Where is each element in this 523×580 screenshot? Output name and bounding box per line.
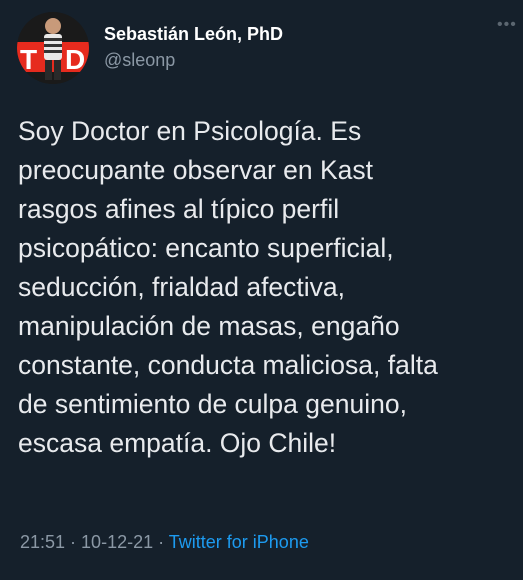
tweet-time[interactable]: 21:51	[20, 532, 65, 552]
meta-separator: ·	[153, 532, 169, 552]
tweet-text-line: escasa empatía. Ojo Chile!	[18, 428, 337, 458]
tweet-text-line: psicopático: encanto superficial,	[18, 233, 394, 263]
tweet-text-line: manipulación de masas, engaño	[18, 311, 400, 341]
tweet-text-line: seducción, frialdad afectiva,	[18, 272, 346, 302]
svg-text:T: T	[20, 44, 37, 75]
svg-text:D: D	[65, 44, 85, 75]
meta-separator: ·	[65, 532, 82, 552]
author-display-name[interactable]: Sebastián León, PhD	[104, 22, 283, 46]
tweet-text-line: de sentimiento de culpa genuino,	[18, 389, 407, 419]
tweet-meta: 21:51 · 10-12-21 · Twitter for iPhone	[20, 530, 309, 554]
more-options-icon[interactable]: •••	[497, 17, 517, 38]
author-handle[interactable]: @sleonp	[104, 48, 283, 72]
avatar[interactable]: T D	[17, 12, 89, 84]
tweet-date[interactable]: 10-12-21	[81, 532, 153, 552]
tweet-text-line: constante, conducta maliciosa, falta	[18, 350, 438, 380]
tweet-text: Soy Doctor en Psicología. Es preocupante…	[18, 112, 523, 463]
author-block[interactable]: Sebastián León, PhD @sleonp	[104, 22, 283, 72]
profile-photo-icon: T D	[17, 12, 89, 84]
tweet-text-line: Soy Doctor en Psicología. Es	[18, 116, 362, 146]
tweet-text-line: rasgos afines al típico perfil	[18, 194, 340, 224]
tweet-card: T D Sebastián León, PhD @sleonp ••• Soy …	[0, 0, 523, 580]
tweet-source-link[interactable]: Twitter for iPhone	[169, 532, 309, 552]
tweet-text-line: preocupante observar en Kast	[18, 155, 374, 185]
